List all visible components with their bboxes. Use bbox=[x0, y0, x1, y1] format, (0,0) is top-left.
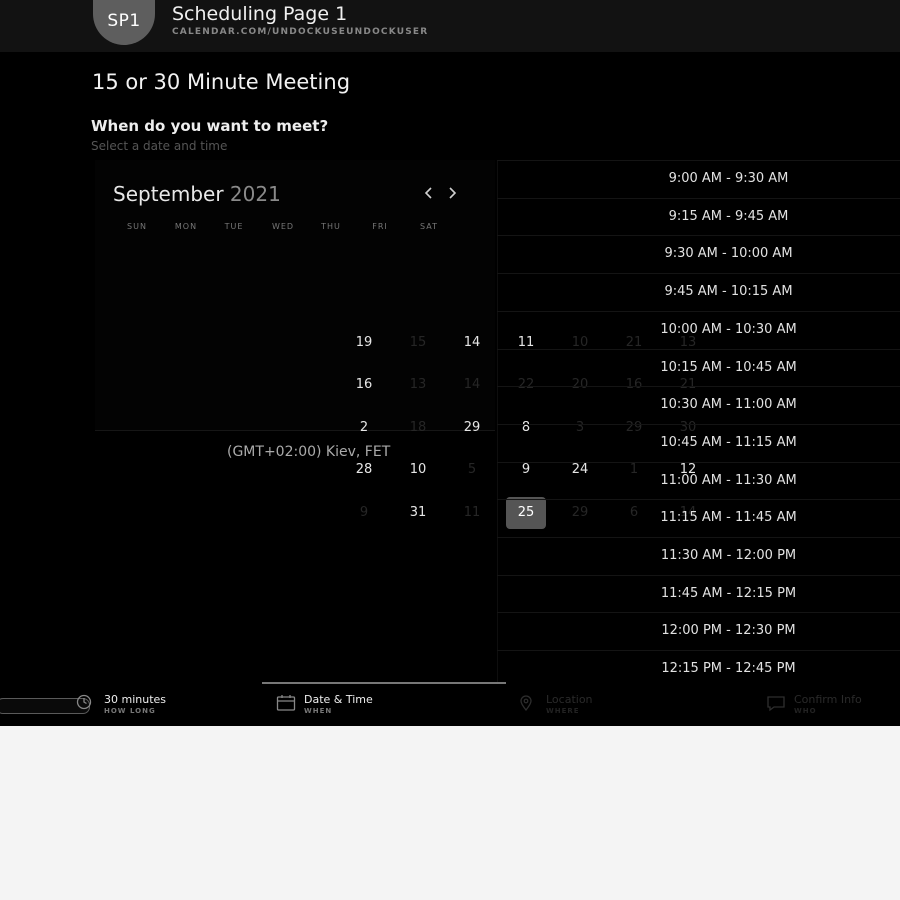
tab-sublabel: WHERE bbox=[546, 707, 580, 715]
weekday-label: WED bbox=[271, 222, 295, 231]
calendar-month-title: September 2021 bbox=[113, 182, 281, 206]
calendar-icon bbox=[276, 695, 296, 711]
scheduling-app: SP1 Scheduling Page 1 CALENDAR.COM/UNDOC… bbox=[0, 0, 900, 726]
date-question-subtitle: Select a date and time bbox=[91, 139, 228, 153]
time-slot[interactable]: 10:15 AM - 10:45 AM bbox=[497, 348, 900, 387]
chat-icon bbox=[767, 696, 785, 712]
calendar-day[interactable]: 10 bbox=[398, 454, 438, 486]
calendar-day[interactable]: 19 bbox=[344, 327, 384, 359]
calendar-day: 5 bbox=[467, 462, 477, 477]
location-pin-icon bbox=[520, 695, 532, 712]
time-slot-label: 11:00 AM - 11:30 AM bbox=[660, 472, 797, 488]
time-slot[interactable]: 10:00 AM - 10:30 AM bbox=[497, 310, 900, 349]
time-slot-label: 11:15 AM - 11:45 AM bbox=[660, 510, 797, 526]
date-question: When do you want to meet? bbox=[91, 117, 329, 135]
chevron-left-icon bbox=[424, 187, 432, 199]
timezone-selector[interactable]: (GMT+02:00) Kiev, FET bbox=[227, 444, 390, 460]
chevron-right-icon bbox=[449, 187, 457, 199]
time-slot[interactable]: 11:00 AM - 11:30 AM bbox=[497, 461, 900, 500]
time-slot-label: 11:30 AM - 12:00 PM bbox=[660, 548, 797, 563]
tab-label: Date & Time bbox=[304, 693, 373, 706]
tab-label: 30 minutes bbox=[104, 693, 167, 706]
tab-label: Location bbox=[546, 693, 593, 706]
time-slot[interactable]: 11:45 AM - 12:15 PM bbox=[497, 574, 900, 613]
time-slot-label: 10:00 AM - 10:30 AM bbox=[660, 321, 797, 337]
active-tab-indicator bbox=[262, 682, 506, 684]
weekday-label: MON bbox=[174, 222, 198, 231]
weekday-label: SAT bbox=[420, 222, 438, 231]
tab-sublabel: WHEN bbox=[304, 707, 333, 715]
time-slot[interactable]: 12:00 PM - 12:30 PM bbox=[497, 612, 900, 650]
tab-duration[interactable]: 30 minutes HOW LONG bbox=[76, 686, 256, 724]
time-slot-label: 9:15 AM - 9:45 AM bbox=[668, 208, 789, 224]
time-slot-label: 9:45 AM - 10:15 AM bbox=[664, 284, 793, 300]
time-slot-label: 9:00 AM - 9:30 AM bbox=[668, 171, 789, 186]
year: 2021 bbox=[229, 182, 281, 206]
calendar-day[interactable]: 29 bbox=[452, 412, 492, 444]
time-slot[interactable]: 10:30 AM - 11:00 AM bbox=[497, 386, 900, 424]
time-slot-label: 10:30 AM - 11:00 AM bbox=[660, 397, 797, 413]
calendar-day[interactable]: 2 bbox=[344, 412, 384, 444]
calendar-day: 15 bbox=[409, 335, 427, 350]
tab-confirm-info[interactable]: Confirm Info WHO bbox=[766, 686, 900, 724]
avatar[interactable]: SP1 bbox=[93, 0, 155, 45]
calendar-day: 13 bbox=[409, 377, 427, 392]
next-month-button[interactable] bbox=[446, 185, 458, 205]
time-slot[interactable]: 9:15 AM - 9:45 AM bbox=[497, 197, 900, 236]
time-slot[interactable]: 9:00 AM - 9:30 AM bbox=[497, 160, 900, 198]
time-slot[interactable]: 9:45 AM - 10:15 AM bbox=[497, 273, 900, 311]
weekday-label: TUE bbox=[224, 222, 244, 231]
time-slot[interactable]: 9:30 AM - 10:00 AM bbox=[497, 235, 900, 273]
month-name: September bbox=[113, 182, 224, 206]
tab-date-time[interactable]: Date & Time WHEN bbox=[276, 686, 476, 724]
calendar-day: 14 bbox=[463, 377, 481, 392]
time-slot-label: 11:45 AM - 12:15 PM bbox=[660, 585, 797, 601]
weekday-label: SUN bbox=[127, 222, 147, 231]
tab-sublabel: WHO bbox=[794, 707, 817, 715]
time-slot-label: 12:00 PM - 12:30 PM bbox=[661, 623, 796, 639]
previous-month-button[interactable] bbox=[423, 185, 435, 205]
calendar-day: 11 bbox=[463, 505, 481, 520]
tab-location[interactable]: Location WHERE bbox=[518, 686, 718, 724]
time-slot[interactable]: 11:30 AM - 12:00 PM bbox=[497, 537, 900, 575]
calendar-day: 18 bbox=[409, 420, 427, 435]
time-slot-label: 10:45 AM - 11:15 AM bbox=[660, 434, 797, 450]
weekday-label: FRI bbox=[372, 222, 388, 231]
calendar-day[interactable]: 31 bbox=[398, 497, 438, 529]
meeting-title: 15 or 30 Minute Meeting bbox=[92, 70, 351, 94]
time-slot-label: 9:30 AM - 10:00 AM bbox=[664, 246, 793, 262]
clock-icon bbox=[76, 694, 92, 710]
calendar-day[interactable]: 14 bbox=[452, 327, 492, 359]
calendar-day: 9 bbox=[359, 505, 369, 520]
time-slot-label: 10:15 AM - 10:45 AM bbox=[660, 359, 797, 375]
time-slot[interactable]: 11:15 AM - 11:45 AM bbox=[497, 499, 900, 537]
scheduling-page-title: Scheduling Page 1 bbox=[172, 3, 348, 25]
scheduling-page-url[interactable]: CALENDAR.COM/UNDOCKUSEUNDOCKUSER bbox=[172, 27, 428, 37]
tab-label: Confirm Info bbox=[794, 693, 862, 706]
tab-sublabel: HOW LONG bbox=[104, 707, 156, 715]
weekday-label: THU bbox=[321, 222, 341, 231]
time-slot[interactable]: 10:45 AM - 11:15 AM bbox=[497, 423, 900, 462]
time-slot-label: 12:15 PM - 12:45 PM bbox=[661, 661, 796, 677]
top-bar: SP1 Scheduling Page 1 CALENDAR.COM/UNDOC… bbox=[0, 0, 900, 52]
calendar-day[interactable]: 16 bbox=[344, 369, 384, 401]
